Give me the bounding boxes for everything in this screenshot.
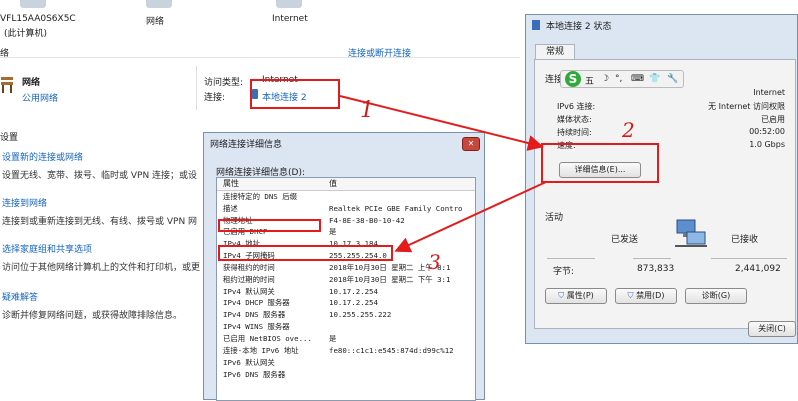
annotation-arrows [339,95,547,253]
annotation-number-1: 1 [360,98,374,123]
annotation-number-3: 3 [428,250,441,274]
annotation-number-2: 2 [622,118,635,142]
